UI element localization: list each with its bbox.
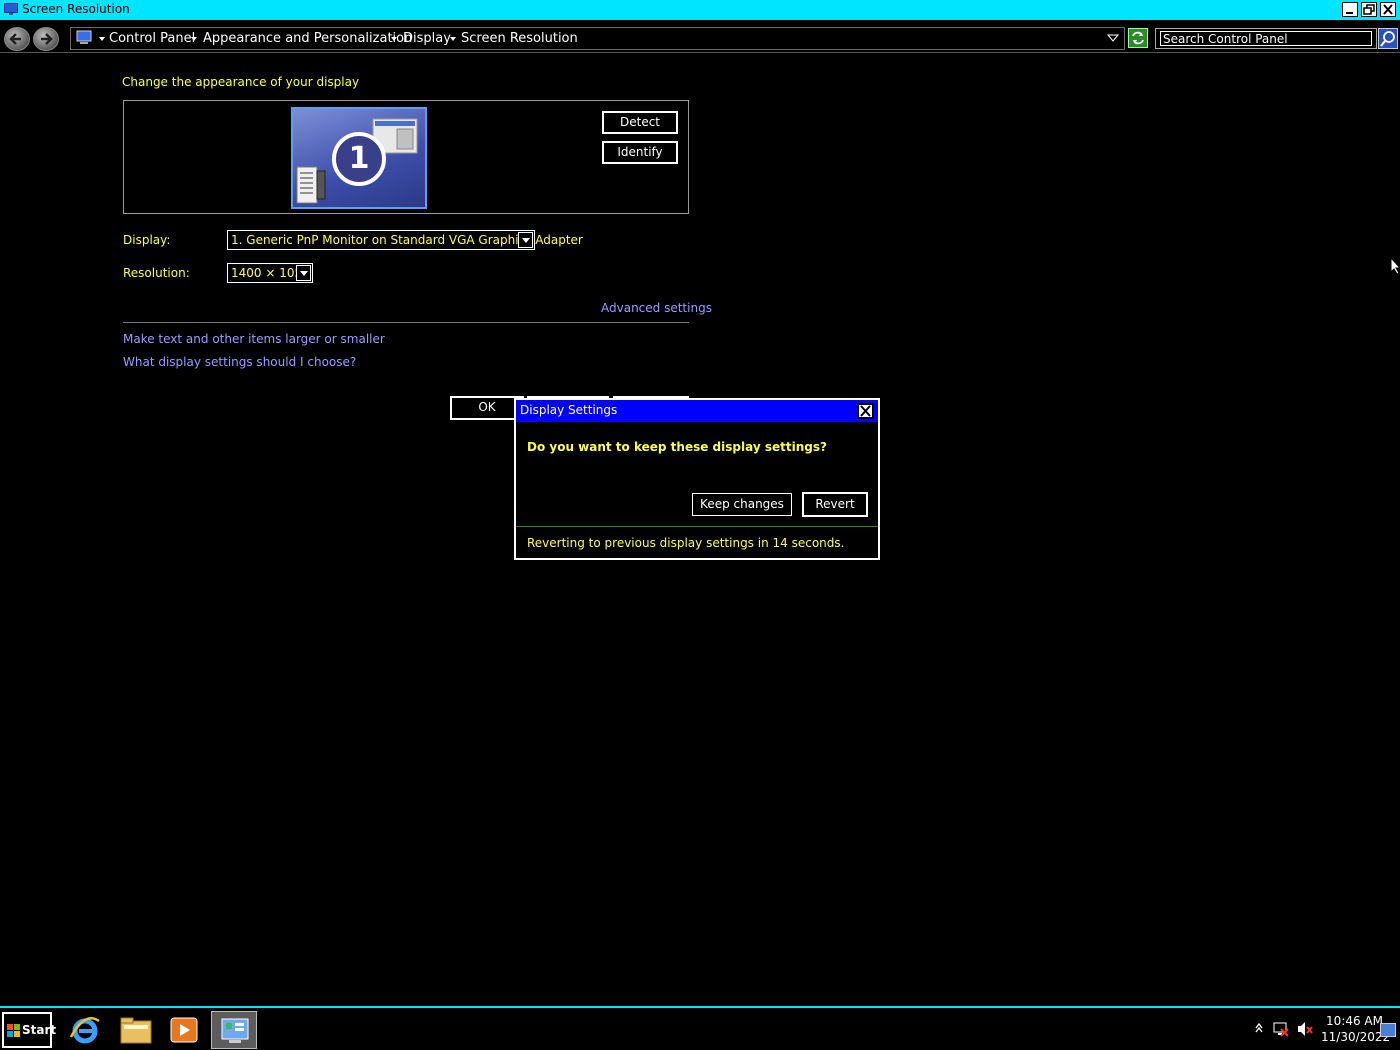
monitor-number: 1 (348, 141, 370, 176)
history-dropdown-icon[interactable] (1106, 32, 1120, 47)
clock-time[interactable]: 10:46 AM (1326, 1014, 1383, 1028)
dialog-titlebar: Display Settings (516, 400, 878, 422)
control-panel-small-icon (76, 30, 94, 49)
dialog-close-icon[interactable] (857, 403, 874, 419)
chevron-down-icon[interactable] (518, 232, 533, 248)
dialog-question: Do you want to keep these display settin… (527, 440, 827, 454)
search-input[interactable] (1160, 31, 1372, 46)
breadcrumb-display[interactable]: Display (403, 31, 451, 46)
ok-button[interactable]: OK (450, 396, 524, 420)
resolution-select[interactable]: 1400 × 1050 (227, 263, 313, 283)
media-player-icon[interactable] (161, 1011, 207, 1049)
breadcrumb-arrow-icon[interactable] (391, 37, 397, 41)
start-button[interactable]: Start (2, 1012, 56, 1048)
internet-explorer-icon[interactable] (62, 1011, 108, 1049)
screen-resolution-app-icon (4, 3, 18, 16)
advanced-settings-link[interactable]: Advanced settings (601, 301, 712, 315)
display-label: Display: (123, 233, 171, 247)
volume-muted-icon[interactable] (1296, 1021, 1314, 1040)
divider (123, 322, 689, 323)
revert-button[interactable]: Revert (802, 492, 868, 517)
restore-button[interactable] (1361, 2, 1377, 17)
taskbar: Start 10:46 AM 11/30/2022 (0, 1006, 1400, 1050)
window-title: Screen Resolution (22, 2, 130, 16)
search-button[interactable] (1378, 28, 1398, 49)
breadcrumb-arrow-icon[interactable] (99, 37, 105, 41)
countdown-status: Reverting to previous display settings i… (527, 536, 845, 550)
breadcrumb-appearance[interactable]: Appearance and Personalization (203, 31, 412, 46)
keep-changes-button[interactable]: Keep changes (692, 493, 792, 516)
text-size-link[interactable]: Make text and other items larger or smal… (123, 332, 385, 346)
identify-button[interactable]: Identify (602, 141, 678, 164)
show-desktop-button[interactable] (1380, 1023, 1396, 1037)
breadcrumb-arrow-icon[interactable] (191, 37, 197, 41)
breadcrumb[interactable]: Control Panel Appearance and Personaliza… (70, 27, 1125, 50)
show-hidden-icons-icon[interactable] (1254, 1022, 1264, 1037)
windows-logo-icon (7, 1024, 20, 1037)
mouse-cursor-icon (1390, 256, 1400, 278)
start-label: Start (22, 1023, 57, 1037)
breadcrumb-control-panel[interactable]: Control Panel (109, 31, 195, 46)
forward-button[interactable] (33, 27, 59, 51)
close-window-button[interactable] (1380, 2, 1396, 17)
chevron-down-icon[interactable] (296, 265, 311, 281)
page-heading: Change the appearance of your display (122, 75, 360, 89)
network-icon[interactable] (1272, 1021, 1290, 1040)
windows-explorer-icon[interactable] (112, 1011, 158, 1049)
resolution-label: Resolution: (123, 266, 190, 280)
monitor-arrangement-panel: 1 Detect Identify (123, 100, 689, 214)
back-button[interactable] (4, 27, 30, 51)
detect-button[interactable]: Detect (602, 111, 678, 134)
control-panel-icon[interactable] (211, 1011, 257, 1049)
refresh-button[interactable] (1128, 28, 1148, 48)
address-bar: Control Panel Appearance and Personaliza… (0, 25, 1400, 53)
dialog-title: Display Settings (520, 403, 618, 417)
monitor-1-thumbnail[interactable]: 1 (291, 107, 427, 209)
window-titlebar: Screen Resolution (0, 0, 1400, 20)
breadcrumb-screen-resolution[interactable]: Screen Resolution (461, 31, 578, 46)
display-settings-dialog: Display Settings Do you want to keep the… (514, 398, 880, 560)
dialog-divider (516, 526, 878, 527)
search-box (1155, 28, 1377, 49)
display-help-link[interactable]: What display settings should I choose? (123, 355, 356, 369)
minimize-button[interactable] (1342, 2, 1358, 17)
breadcrumb-arrow-icon[interactable] (450, 37, 456, 41)
display-select[interactable]: 1. Generic PnP Monitor on Standard VGA G… (227, 230, 583, 250)
